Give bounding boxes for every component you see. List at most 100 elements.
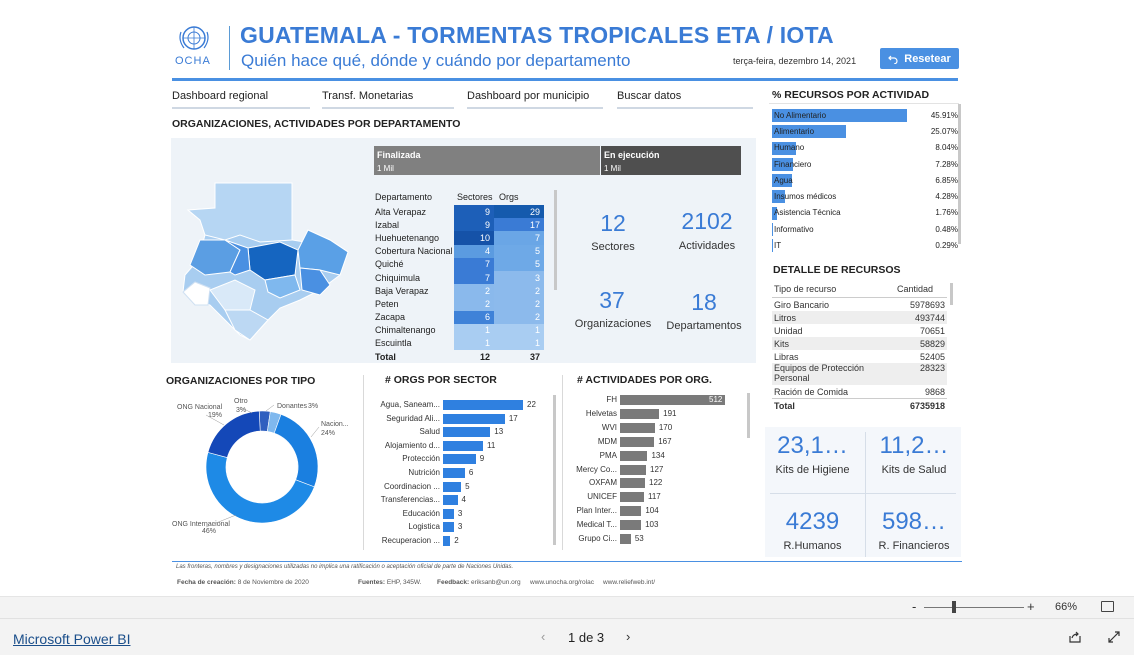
bar[interactable] xyxy=(443,481,462,492)
table-row[interactable]: Chiquimula 7 3 xyxy=(372,270,552,285)
recurso-row[interactable]: Insumos médicos 4.28% xyxy=(772,188,958,204)
bar[interactable] xyxy=(620,478,646,489)
recurso-row[interactable]: No Alimentario 45.91% xyxy=(772,107,958,123)
zoom-slider-track[interactable] xyxy=(924,607,1024,608)
reset-button[interactable]: Resetear xyxy=(880,48,959,69)
footer-link-reliefweb[interactable]: www.reliefweb.int/ xyxy=(603,579,655,586)
bar[interactable] xyxy=(620,422,655,433)
recursos-scrollbar[interactable] xyxy=(958,104,961,244)
bar-row[interactable]: Grupo Ci... 53 xyxy=(565,532,745,546)
table-row[interactable]: Peten 2 2 xyxy=(372,297,552,311)
bar[interactable] xyxy=(620,492,644,503)
recurso-row[interactable]: Financiero 7.28% xyxy=(772,156,958,172)
table-row[interactable]: Zacapa 6 2 xyxy=(372,310,552,324)
actividades-bar-chart[interactable]: FH 512 Helvetas 191 WVI 170 MDM 167 PMA 134 Mercy … xyxy=(565,393,745,548)
bar[interactable] xyxy=(620,450,648,461)
nav-dashboard-municipio[interactable]: Dashboard por municipio xyxy=(467,90,603,109)
bar[interactable] xyxy=(620,520,642,531)
bar-row[interactable]: Nutrición 6 xyxy=(370,466,550,480)
bar-row[interactable]: Alojamiento d... 11 xyxy=(370,439,550,453)
nav-buscar-datos[interactable]: Buscar datos xyxy=(617,90,753,109)
bar-row[interactable]: WVI 170 xyxy=(565,421,745,435)
bar-row[interactable]: Medical T... 103 xyxy=(565,518,745,532)
table-row[interactable]: Alta Verapaz 9 29 xyxy=(372,205,552,219)
detalle-scrollbar[interactable] xyxy=(950,283,953,305)
prev-page-chevron-icon[interactable]: ‹ xyxy=(541,629,545,644)
actividades-scrollbar[interactable] xyxy=(747,393,750,438)
bar[interactable] xyxy=(443,400,523,410)
bar-row[interactable]: Mercy Co... 127 xyxy=(565,463,745,477)
bar-row[interactable]: Salud 13 xyxy=(370,425,550,439)
detalle-row[interactable]: Equipos de Protección Personal 28323 xyxy=(772,363,947,385)
bar[interactable] xyxy=(620,436,655,447)
col-header-sectores[interactable]: Sectores xyxy=(457,192,499,202)
detalle-col-cantidad[interactable]: Cantidad xyxy=(897,284,945,294)
recurso-row[interactable]: Asistencia Técnica 1.76% xyxy=(772,205,958,221)
donut-slice[interactable] xyxy=(273,413,319,488)
detalle-row[interactable]: Ración de Comida 9868 xyxy=(772,385,947,398)
fullscreen-icon[interactable] xyxy=(1107,630,1121,649)
bar-row[interactable]: Coordinacion ... 5 xyxy=(370,480,550,494)
bar-row[interactable]: FH 512 xyxy=(565,393,745,407)
table-row[interactable]: Huehuetenango 10 7 xyxy=(372,231,552,245)
bar[interactable] xyxy=(620,506,642,517)
bar[interactable] xyxy=(443,536,451,546)
bar-row[interactable]: OXFAM 122 xyxy=(565,476,745,490)
sector-scrollbar[interactable] xyxy=(553,395,556,545)
next-page-chevron-icon[interactable]: › xyxy=(626,629,630,644)
recurso-row[interactable]: Humano 8.04% xyxy=(772,140,958,156)
bar-row[interactable]: Educación 3 xyxy=(370,507,550,521)
status-en-ejecucion[interactable]: En ejecución 1 Mil xyxy=(601,146,741,175)
table-row[interactable]: Baja Verapaz 2 2 xyxy=(372,284,552,298)
footer-link-ocha[interactable]: www.unocha.org/rolac xyxy=(530,579,594,586)
detalle-row[interactable]: Giro Bancario 5978693 xyxy=(772,298,947,311)
bar-row[interactable]: Recuperacion ... 2 xyxy=(370,534,550,548)
col-header-departamento[interactable]: Departamento xyxy=(372,192,457,202)
table-row[interactable]: Chimaltenango 1 1 xyxy=(372,323,552,337)
bar[interactable] xyxy=(443,454,476,465)
powerbi-brand-link[interactable]: Microsoft Power BI xyxy=(13,631,130,647)
nav-transf-monetarias[interactable]: Transf. Monetarias xyxy=(322,90,454,109)
bar[interactable] xyxy=(443,508,454,519)
bar[interactable] xyxy=(620,464,647,475)
bar[interactable] xyxy=(443,413,505,424)
recurso-row[interactable]: IT 0.29% xyxy=(772,237,958,253)
bar-row[interactable]: Protección 9 xyxy=(370,452,550,466)
tipo-donut-chart[interactable]: ONG Nacional 19% Otro 3% Donantes 3% Nacion...… xyxy=(166,393,361,538)
bar-row[interactable]: Helvetas 191 xyxy=(565,407,745,421)
detalle-row[interactable]: Unidad 70651 xyxy=(772,324,947,337)
zoom-out-button[interactable]: - xyxy=(912,599,916,614)
detalle-row[interactable]: Litros 493744 xyxy=(772,311,947,324)
donut-svg[interactable]: ONG Nacional19%Otro3%Donantes 3%Nacion...… xyxy=(166,393,361,538)
bar-row[interactable]: PMA 134 xyxy=(565,449,745,463)
col-header-orgs[interactable]: Orgs xyxy=(499,192,529,202)
recurso-row[interactable]: Alimentario 25.07% xyxy=(772,123,958,139)
table-scrollbar[interactable] xyxy=(554,190,557,290)
nav-dashboard-regional[interactable]: Dashboard regional xyxy=(172,90,310,109)
bar-row[interactable]: UNICEF 117 xyxy=(565,490,745,504)
bar-row[interactable]: Plan Inter... 104 xyxy=(565,504,745,518)
bar-row[interactable]: Agua, Saneam... 22 xyxy=(370,398,550,412)
zoom-slider-handle[interactable] xyxy=(952,601,956,613)
detalle-col-tipo[interactable]: Tipo de recurso xyxy=(774,284,836,294)
zoom-in-button[interactable]: + xyxy=(1027,599,1035,614)
bar-row[interactable]: Logistica 3 xyxy=(370,520,550,534)
bar-row[interactable]: Seguridad Ali... 17 xyxy=(370,412,550,426)
bar[interactable] xyxy=(443,440,483,451)
fit-page-icon[interactable] xyxy=(1101,601,1114,612)
footer-feedback-value[interactable]: eriksanb@un.org xyxy=(471,579,521,586)
department-map[interactable] xyxy=(180,180,355,345)
table-row[interactable]: Quiché 7 5 xyxy=(372,257,552,271)
bar[interactable] xyxy=(443,522,454,533)
status-finalizada[interactable]: Finalizada 1 Mil xyxy=(374,146,600,175)
bar-row[interactable]: Transferencias... 4 xyxy=(370,493,550,507)
bar-row[interactable]: MDM 167 xyxy=(565,435,745,449)
detalle-row[interactable]: Kits 58829 xyxy=(772,337,947,350)
bar[interactable] xyxy=(443,427,491,438)
recurso-row[interactable]: Agua 6.85% xyxy=(772,172,958,188)
bar[interactable] xyxy=(620,534,631,544)
share-icon[interactable] xyxy=(1068,630,1082,649)
table-row[interactable]: Cobertura Nacional 4 5 xyxy=(372,244,552,258)
table-row[interactable]: Escuintla 1 1 xyxy=(372,336,552,351)
bar[interactable] xyxy=(443,468,465,478)
